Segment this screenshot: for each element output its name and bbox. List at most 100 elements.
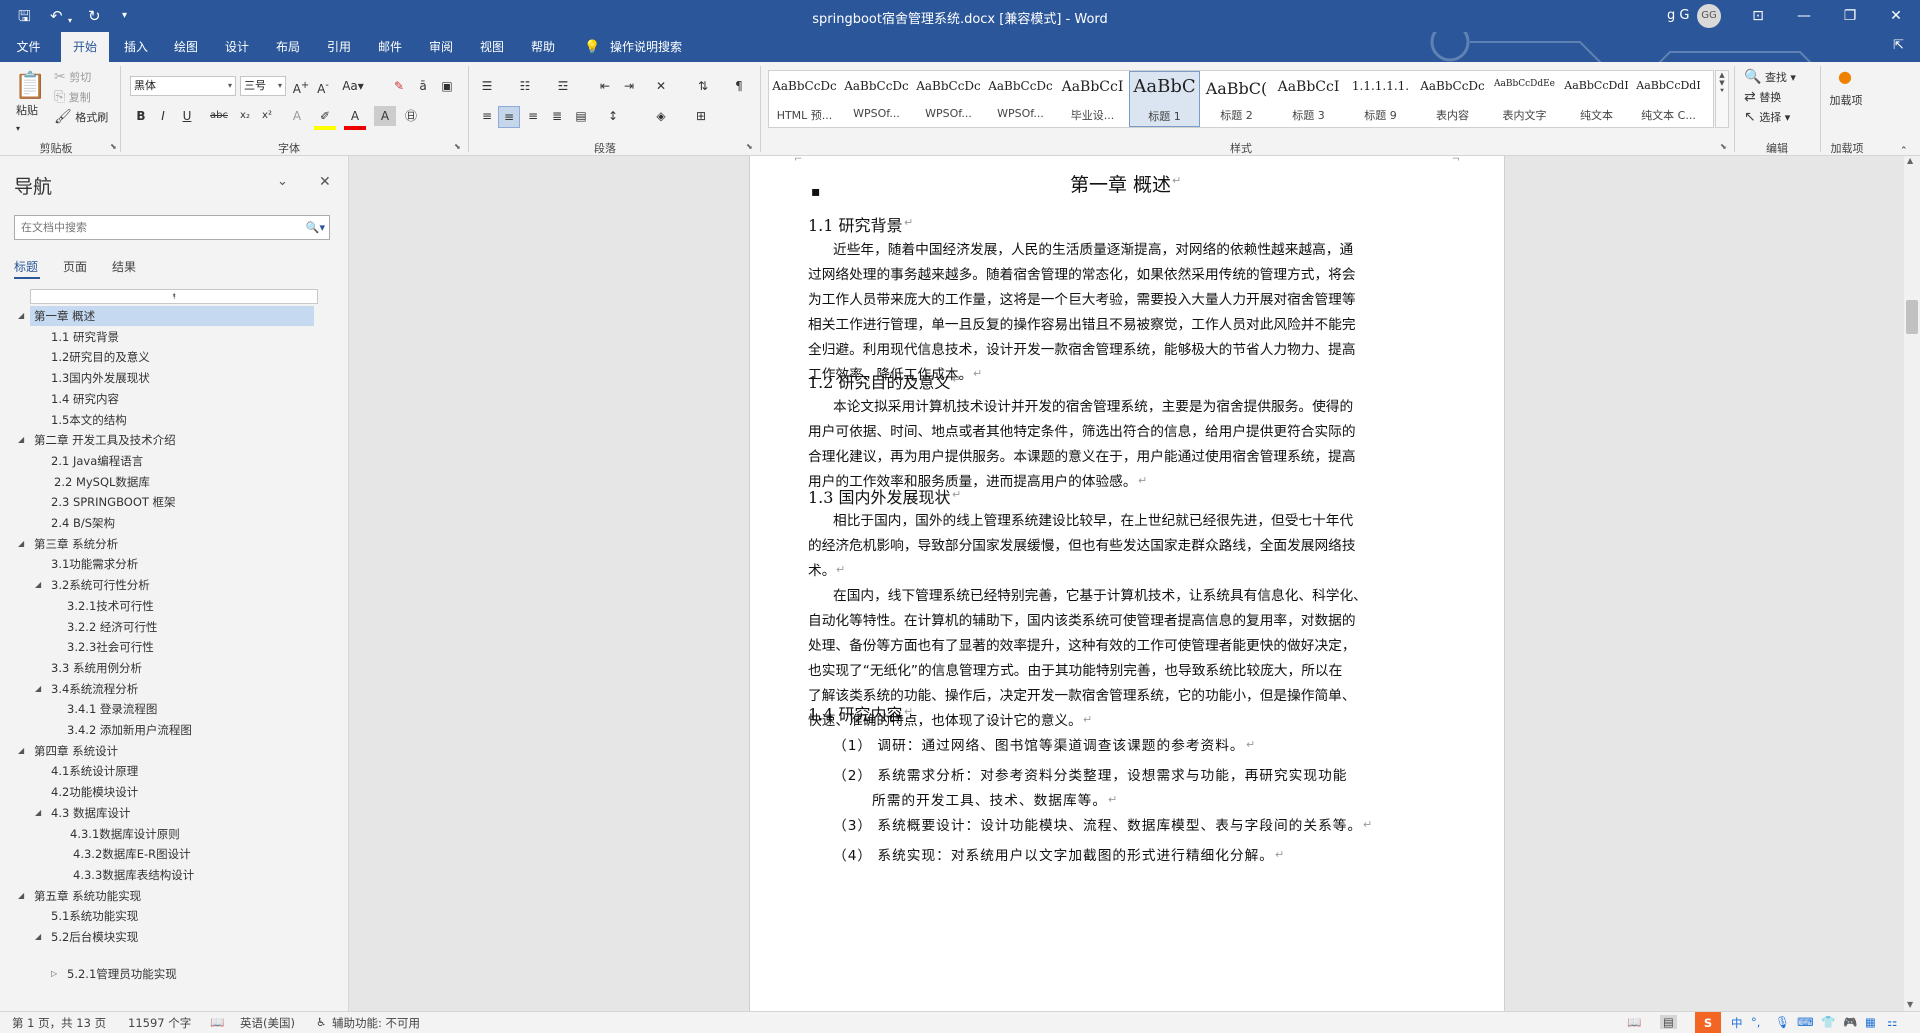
nav-heading-chapter[interactable]: ◢ 第二章 开发工具及技术介绍 [0,430,349,450]
accessibility-status[interactable]: 辅助功能: 不可用 [332,1015,420,1031]
nav-heading-item[interactable]: ◢ 3.4系统流程分析 [0,679,349,699]
addin-icon[interactable]: ● [1838,68,1852,86]
microphone-icon[interactable]: 🎙 [1775,1015,1790,1029]
enclose-characters-icon[interactable]: ㊐ [400,106,422,126]
tab-home[interactable]: 开始 [61,32,109,62]
style-card[interactable]: AaBbCcDdEe 表内文字 [1489,71,1560,127]
nav-heading-chapter[interactable]: ◢ 第四章 系统设计 [0,741,349,761]
print-layout-icon[interactable]: ▤ [1660,1015,1677,1029]
sogou-logo-icon[interactable]: S [1695,1012,1721,1033]
minimize-icon[interactable]: — [1781,0,1827,32]
nav-heading-item[interactable]: ◢ 3.2系统可行性分析 [0,575,349,595]
scroll-down-icon[interactable]: ▼ [1907,1000,1913,1009]
increase-indent-icon[interactable]: ⇥ [618,76,640,96]
toolbox-icon[interactable]: ▦ [1865,1015,1876,1029]
tab-layout[interactable]: 布局 [266,32,310,62]
ime-mode[interactable]: 中 [1731,1015,1743,1031]
justify-icon[interactable]: ≣ [546,106,568,126]
font-color-icon[interactable]: A [344,106,366,130]
scrollbar-thumb[interactable] [1906,300,1918,334]
nav-heading-item[interactable]: 3.4.2 添加新用户流程图 [0,720,349,740]
chevron-down-icon[interactable]: ⌄ [277,174,288,189]
word-count[interactable]: 11597 个字 [128,1015,191,1031]
nav-heading-item[interactable]: 3.3 系统用例分析 [0,658,349,678]
avatar[interactable]: GG [1697,4,1721,28]
tab-mailings[interactable]: 邮件 [368,32,412,62]
nav-heading-item[interactable]: 1.3国内外发展现状 [0,368,349,388]
nav-heading-item[interactable]: 3.2.3社会可行性 [0,637,349,657]
format-painter-button[interactable]: 🖌 格式刷 [54,108,108,127]
italic-icon[interactable]: I [152,106,174,126]
style-card[interactable]: AaBbCcDc WPSOf... [913,71,984,127]
shading-icon[interactable]: ◈ [650,106,672,126]
style-card[interactable]: AaBbCcI 毕业设... [1057,71,1128,127]
styles-gallery-scroll[interactable]: ▲ ▼ ⯆ [1715,70,1729,128]
style-card-selected[interactable]: AaBbC 标题 1 [1129,71,1200,127]
read-mode-icon[interactable]: 📖 [1627,1015,1641,1029]
style-card[interactable]: AaBbCcDc HTML 预... [769,71,840,127]
document-canvas[interactable]: ⌐ ¬ ▪ 第一章 概述 1.1 研究背景 近些年，随着中国经济发展，人民的生活质量… [349,156,1904,1011]
nav-tab-results[interactable]: 结果 [112,258,136,275]
borders-icon[interactable]: ⊞ [690,106,712,126]
ribbon-display-options-icon[interactable]: ⊡ [1735,0,1781,32]
undo-icon[interactable]: ↶ [50,6,63,26]
nav-heading-chapter[interactable]: ◢ 第一章 概述 [0,306,349,326]
collapse-caret-icon[interactable]: ◢ [18,741,24,761]
vertical-scrollbar[interactable]: ▲ ▼ [1904,156,1920,1011]
tab-references[interactable]: 引用 [317,32,361,62]
nav-heading-item[interactable]: 4.2功能模块设计 [0,782,349,802]
tab-draw[interactable]: 绘图 [164,32,208,62]
strikethrough-icon[interactable]: abc [208,106,230,126]
sort-icon[interactable]: ⇅ [692,76,714,96]
collapse-caret-icon[interactable]: ◢ [18,534,24,554]
line-spacing-icon[interactable]: ↕ [602,106,624,126]
change-case-icon[interactable]: Aa▾ [342,76,364,96]
style-card[interactable]: AaBbCcDc WPSOf... [985,71,1056,127]
grow-font-icon[interactable]: A+ [290,76,312,99]
nav-tab-pages[interactable]: 页面 [63,258,87,275]
nav-heading-item[interactable]: ◢ 5.2后台模块实现 [0,927,349,947]
proofing-icon[interactable]: 📖 [210,1015,224,1029]
page-count[interactable]: 第 1 页，共 13 页 [12,1015,106,1031]
redo-icon[interactable]: ↻ [88,6,101,26]
collapse-caret-icon[interactable]: ◢ [18,886,24,906]
collapse-caret-icon[interactable]: ◢ [18,306,24,326]
style-card[interactable]: AaBbCcI 标题 3 [1273,71,1344,127]
collapse-caret-icon[interactable]: ◢ [35,679,41,699]
nav-heading-item[interactable]: 1.2研究目的及意义 [0,347,349,367]
undo-dropdown-icon[interactable]: ▾ [68,11,72,31]
style-card[interactable]: AaBbCcDc WPSOf... [841,71,912,127]
distributed-icon[interactable]: ▤ [570,106,592,126]
style-card[interactable]: 1.1.1.1.1. 标题 9 [1345,71,1416,127]
character-shading-icon[interactable]: A [374,106,396,126]
nav-heading-item[interactable]: 3.1功能需求分析 [0,554,349,574]
numbering-icon[interactable]: ☷ [514,76,536,96]
tab-view[interactable]: 视图 [470,32,514,62]
user-name[interactable]: g G [1667,8,1689,23]
nav-heading-item[interactable]: ◢ 4.3 数据库设计 [0,803,349,823]
decrease-indent-icon[interactable]: ⇤ [594,76,616,96]
center-icon[interactable]: ≡ [498,106,520,128]
nav-heading-item[interactable]: ▷ 5.2.1管理员功能实现 [0,964,349,984]
paragraph-launcher-icon[interactable]: ⬊ [746,142,753,151]
addins-button[interactable]: 加载项 [1826,94,1866,108]
paste-button[interactable]: 粘贴 [16,102,38,120]
punctuation-icon[interactable]: °, [1751,1015,1760,1029]
superscript-icon[interactable]: x² [256,106,278,126]
expand-caret-icon[interactable]: ▷ [51,964,57,984]
grid-icon[interactable]: ⚏ [1887,1015,1897,1029]
tab-review[interactable]: 审阅 [419,32,463,62]
nav-scroll-top-bar[interactable]: ⯭ [30,289,318,304]
collapse-caret-icon[interactable]: ◢ [35,575,41,595]
text-effects-icon[interactable]: A [286,106,308,126]
nav-heading-item[interactable]: 2.1 Java编程语言 [0,451,349,471]
tab-design[interactable]: 设计 [215,32,259,62]
nav-heading-item[interactable]: 4.1系统设计原理 [0,761,349,781]
paste-icon[interactable]: 📋 [14,68,46,104]
font-launcher-icon[interactable]: ⬊ [454,142,461,151]
character-border-icon[interactable]: ▣ [436,76,458,96]
nav-heading-item[interactable]: 5.1系统功能实现 [0,906,349,926]
share-icon[interactable]: ⇱ [1893,38,1904,53]
nav-search-input[interactable]: 在文档中搜索 🔍▾ [14,215,330,240]
nav-heading-item[interactable]: 3.2.1技术可行性 [0,596,349,616]
